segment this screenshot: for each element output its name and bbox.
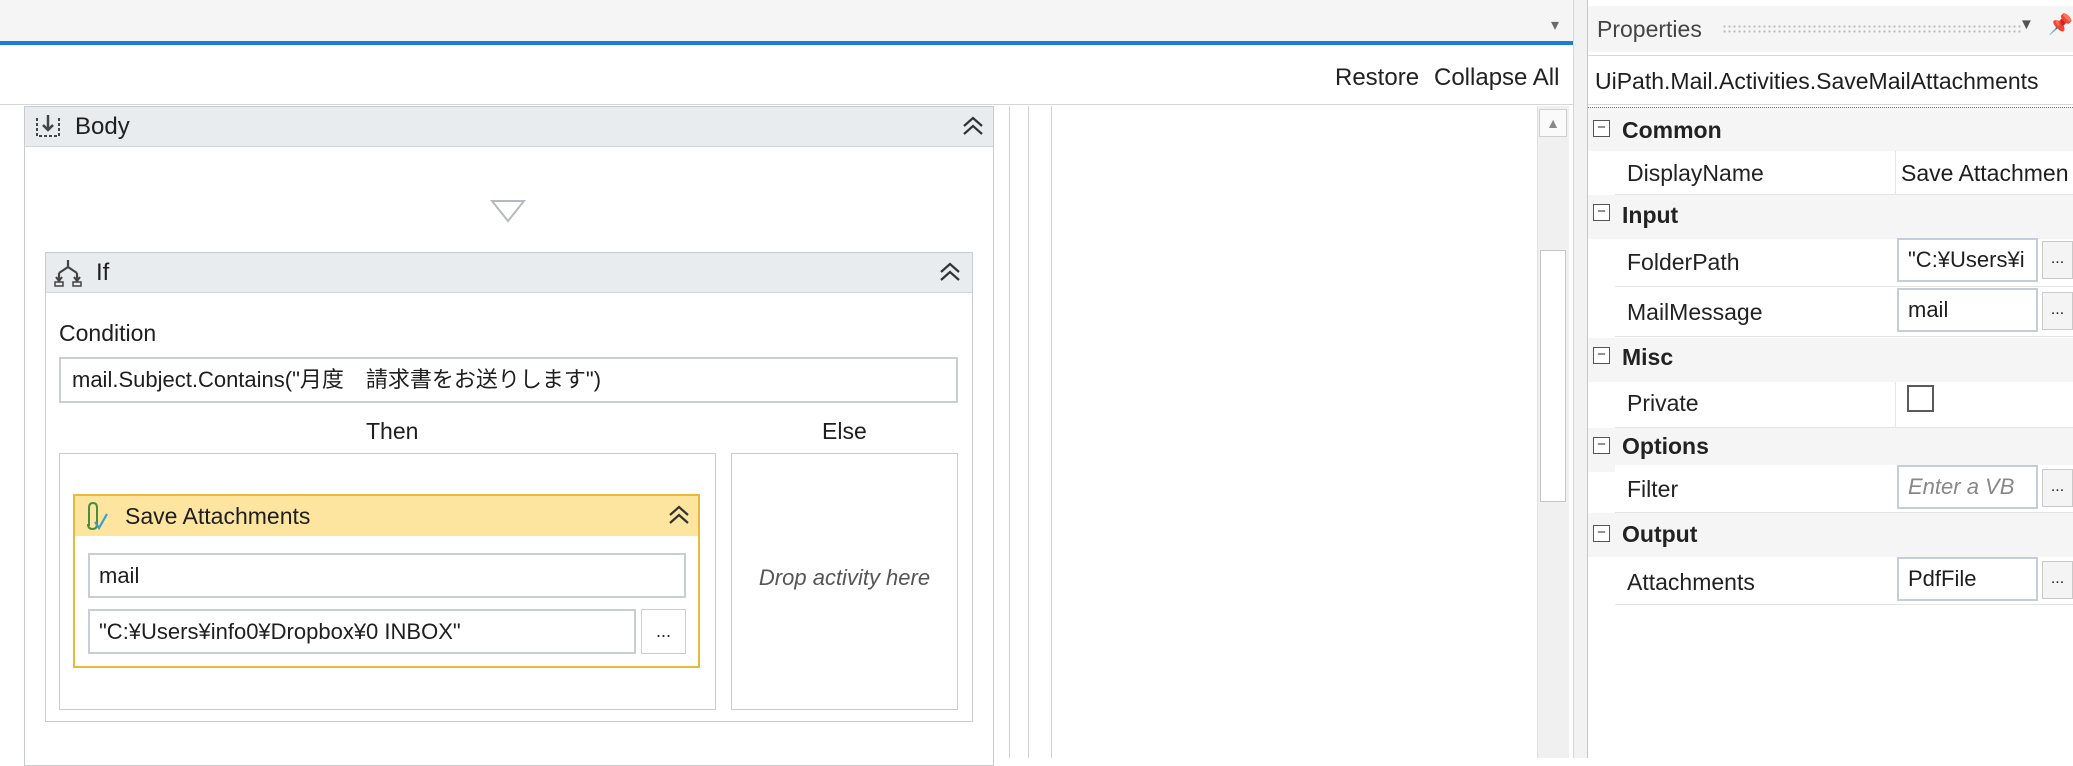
double-chevron-up-icon[interactable]: [959, 113, 987, 141]
mail-message-input[interactable]: mail: [88, 553, 686, 598]
double-chevron-up-icon[interactable]: [936, 259, 964, 287]
body-header[interactable]: Body: [25, 107, 993, 147]
if-header[interactable]: If: [46, 253, 972, 293]
panel-splitter[interactable]: [1573, 0, 1587, 758]
property-name-folderpath: FolderPath: [1627, 249, 1740, 275]
sequence-guide-line: [1051, 106, 1052, 758]
folderpath-browse-button[interactable]: ...: [2042, 241, 2073, 279]
collapse-common-icon[interactable]: −: [1593, 120, 1610, 137]
category-input-label: Input: [1622, 202, 1679, 228]
mailmessage-browse-button[interactable]: ...: [2042, 292, 2073, 330]
collapse-input-icon[interactable]: −: [1593, 204, 1610, 221]
filter-browse-button[interactable]: ...: [2042, 469, 2073, 507]
save-attachments-title: Save Attachments: [125, 503, 311, 529]
sequence-guide-line: [1009, 106, 1010, 758]
scrollbar-thumb[interactable]: [1540, 250, 1566, 502]
activity-class-name: UiPath.Mail.Activities.SaveMailAttachmen…: [1588, 55, 2073, 105]
sequence-icon: [33, 112, 63, 142]
property-value-displayname[interactable]: Save Attachmen: [1901, 160, 2069, 187]
if-title: If: [96, 259, 110, 286]
category-options-label: Options: [1622, 433, 1709, 459]
sequence-guide-line: [1028, 106, 1029, 758]
collapse-options-icon[interactable]: −: [1593, 437, 1610, 454]
property-name-attachments: Attachments: [1627, 569, 1755, 595]
paperclip-icon: [80, 500, 108, 534]
save-attachments-header[interactable]: Save Attachments: [75, 496, 698, 536]
drop-activity-hint: Drop activity here: [758, 565, 931, 590]
private-checkbox[interactable]: [1907, 385, 1934, 412]
category-common-label: Common: [1622, 117, 1722, 143]
property-value-attachments[interactable]: PdfFile: [1897, 557, 2038, 601]
property-column-separator: [1895, 151, 1896, 195]
property-value-mailmessage[interactable]: mail: [1897, 288, 2038, 332]
property-value-folderpath[interactable]: "C:¥Users¥i: [1897, 238, 2038, 282]
folder-browse-button[interactable]: ...: [641, 609, 686, 654]
else-label: Else: [822, 418, 867, 444]
category-misc-label: Misc: [1622, 344, 1674, 370]
collapse-misc-icon[interactable]: −: [1593, 347, 1610, 364]
panel-menu-dropdown-icon[interactable]: ▼: [2019, 16, 2034, 33]
property-name-mailmessage: MailMessage: [1627, 299, 1763, 325]
scroll-up-icon[interactable]: ▲: [1539, 109, 1567, 137]
property-name-private: Private: [1627, 390, 1699, 416]
panel-drag-grip[interactable]: [1722, 24, 2022, 34]
tab-list-dropdown-icon[interactable]: ▾: [1545, 16, 1565, 36]
properties-title: Properties: [1597, 16, 1702, 42]
category-output-label: Output: [1622, 521, 1698, 547]
insert-point-arrow-icon[interactable]: [489, 198, 527, 224]
restore-button[interactable]: Restore: [1335, 49, 1419, 105]
if-flow-icon: [52, 258, 84, 288]
property-value-filter[interactable]: Enter a VB: [1897, 465, 2038, 509]
designer-toolbar: Restore Collapse All: [0, 49, 1573, 105]
collapse-output-icon[interactable]: −: [1593, 525, 1610, 542]
body-title: Body: [75, 113, 130, 140]
pin-icon[interactable]: 📌: [2048, 12, 2073, 37]
document-tab-strip: [0, 0, 1573, 45]
property-name-filter: Filter: [1627, 476, 1679, 502]
condition-input[interactable]: mail.Subject.Contains("月度 請求書をお送りします"): [59, 357, 958, 403]
condition-label: Condition: [59, 320, 157, 346]
attachments-browse-button[interactable]: ...: [2042, 561, 2073, 599]
double-chevron-up-icon[interactable]: [665, 502, 693, 530]
property-name-displayname: DisplayName: [1627, 160, 1764, 186]
folder-path-input[interactable]: "C:¥Users¥info0¥Dropbox¥0 INBOX": [88, 609, 636, 654]
property-column-separator: [1895, 382, 1896, 428]
then-label: Then: [366, 418, 419, 444]
collapse-all-button[interactable]: Collapse All: [1434, 49, 1559, 105]
